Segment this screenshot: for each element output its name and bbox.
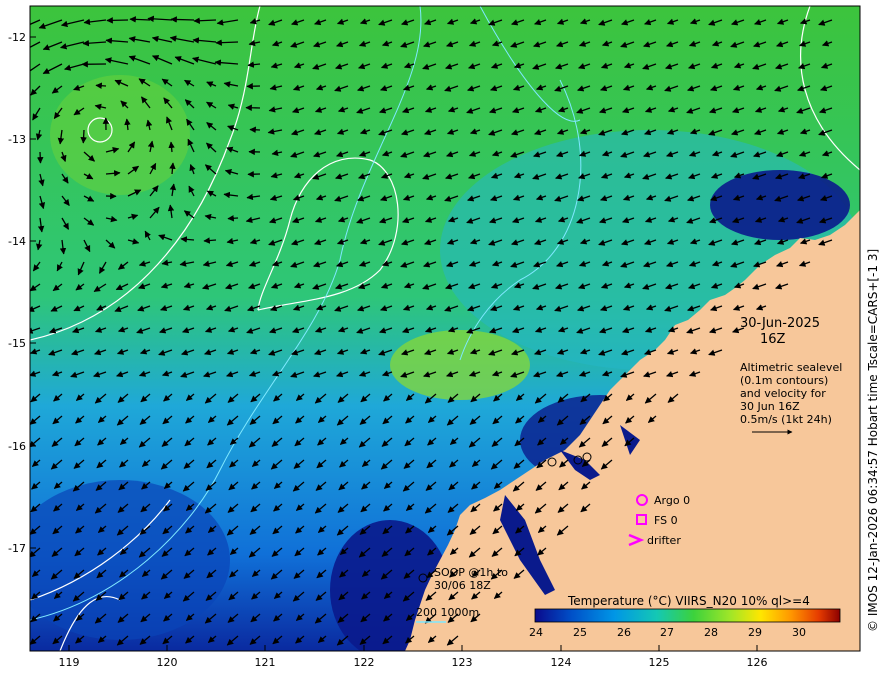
y-tick-label: -12 [8,31,26,44]
ocean-map-figure: 119 120 121 122 123 124 125 126 -12 -13 -14 -15 -16… [8,5,880,669]
argo-label: Argo 0 [654,494,690,507]
x-tick-label: 125 [649,656,670,669]
colorbar-tick-label: 28 [704,626,718,639]
velocity-arrow [95,82,107,89]
velocity-arrow [80,129,87,144]
colorbar-tick-label: 30 [792,626,806,639]
y-tick-label: -15 [8,337,26,350]
velocity-arrow [170,16,195,23]
legend-line: 0.5m/s (1kt 24h) [740,413,832,426]
x-tick-label: 126 [747,656,768,669]
velocity-arrow [106,17,129,24]
x-tick-label: 124 [551,656,572,669]
velocity-arrow [129,16,151,23]
legend-line: and velocity for [740,387,826,400]
soop-label: 30/06 18Z [434,579,491,592]
bathymetry-key-label: 200 1000m [416,606,479,619]
velocity-arrow [249,126,261,134]
y-tick-label: -13 [8,133,26,146]
x-tick-label: 120 [157,656,178,669]
map-plot-area [30,6,860,651]
legend-line: 30 Jun 16Z [740,400,800,413]
colorbar-title: Temperature (°C) VIIRS_N20 10% ql>=4 [567,594,810,608]
x-tick-label: 119 [59,656,80,669]
x-tick-label: 123 [452,656,473,669]
x-tick-label: 122 [354,656,375,669]
colorbar-tick-label: 29 [748,626,762,639]
cold-patch [30,480,230,640]
legend-line: (0.1m contours) [740,374,828,387]
colorbar-tick-label: 24 [529,626,543,639]
velocity-arrow [36,151,44,164]
legend-line: Altimetric sealevel [740,361,842,374]
soop-label: SOOP @1h to [434,566,508,579]
imos-credit: © IMOS 12-Jan-2026 06:34:57 Hobart time … [866,249,880,632]
map-time: 16Z [760,332,786,347]
colorbar-tick-label: 26 [617,626,631,639]
x-tick-label: 121 [255,656,276,669]
map-date: 30-Jun-2025 [740,316,820,331]
y-tick-label: -14 [8,235,26,248]
colorbar-tick-label: 25 [573,626,587,639]
warm-patch [50,75,190,195]
y-tick-label: -16 [8,440,26,453]
velocity-arrow [215,39,239,46]
warm-patch [390,330,530,400]
colorbar-tick-label: 27 [660,626,674,639]
cold-patch [710,170,850,240]
drifter-label: drifter [647,534,681,547]
colorbar-gradient [534,608,841,623]
y-tick-label: -17 [8,542,26,555]
fs-label: FS 0 [654,514,678,527]
velocity-arrow [227,215,239,222]
